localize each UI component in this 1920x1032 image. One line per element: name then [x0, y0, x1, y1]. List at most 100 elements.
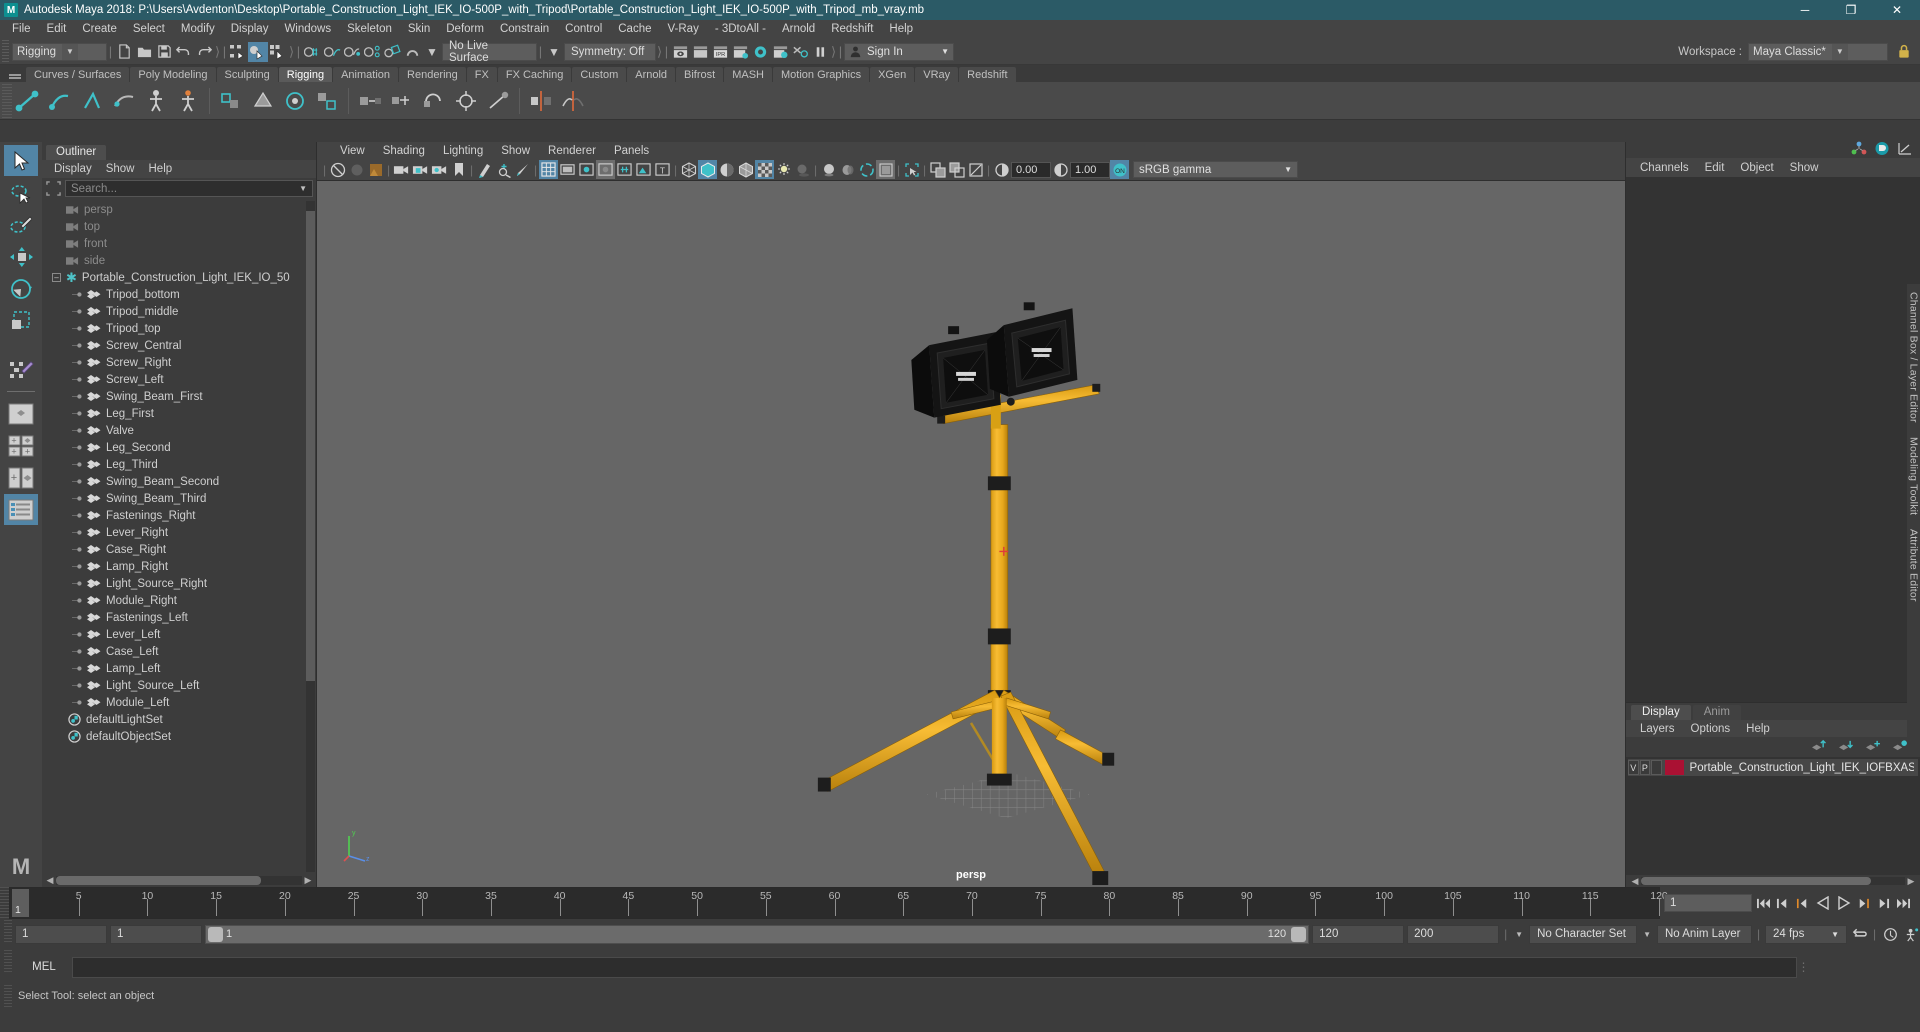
select-camera-icon[interactable]: [328, 160, 347, 179]
shelf-handle-icon[interactable]: [4, 67, 26, 82]
loop-playback-icon[interactable]: [1850, 924, 1868, 944]
outliner-item-Tripod_middle[interactable]: Tripod_middle: [42, 303, 316, 320]
move-layer-up-icon[interactable]: [1810, 739, 1827, 755]
motion-blur-icon[interactable]: [838, 160, 857, 179]
shelf-tab-custom[interactable]: Custom: [572, 67, 627, 82]
channel-menu-channels[interactable]: Channels: [1632, 162, 1697, 174]
mirror-joint-icon[interactable]: [526, 86, 556, 116]
create-joint-icon[interactable]: [13, 86, 43, 116]
ipr-render-icon[interactable]: IPR: [710, 42, 730, 62]
playback-end-field[interactable]: 120: [1312, 924, 1405, 944]
tab-display-layers[interactable]: Display: [1631, 705, 1691, 720]
maximize-button[interactable]: ❐: [1828, 0, 1874, 20]
render-view-icon[interactable]: [750, 42, 770, 62]
save-scene-icon[interactable]: [154, 42, 174, 62]
viewport-menu-panels[interactable]: Panels: [605, 145, 658, 157]
viewport-menu-view[interactable]: View: [331, 145, 374, 157]
menu-modify[interactable]: Modify: [173, 20, 223, 39]
animation-end-field[interactable]: 200: [1407, 924, 1500, 944]
channel-box-content[interactable]: [1626, 177, 1920, 702]
current-frame-field[interactable]: 1: [1664, 894, 1752, 912]
modeling-toolkit-icon[interactable]: [1874, 141, 1890, 159]
shelf-tab-arnold[interactable]: Arnold: [627, 67, 676, 82]
menu-redshift[interactable]: Redshift: [823, 20, 881, 39]
film-gate-icon[interactable]: [558, 160, 577, 179]
outliner-item-Screw_Central[interactable]: Screw_Central: [42, 337, 316, 354]
ipr-region-icon[interactable]: [494, 160, 513, 179]
menu-deform[interactable]: Deform: [438, 20, 492, 39]
scroll-left-arrow-icon[interactable]: ◀: [1629, 876, 1641, 887]
step-forward-frame-button[interactable]: [1854, 893, 1872, 913]
channel-menu-show[interactable]: Show: [1782, 162, 1827, 174]
camera-icon[interactable]: [392, 160, 411, 179]
viewport-menu-shading[interactable]: Shading: [374, 145, 434, 157]
parent-constraint-icon[interactable]: [355, 86, 385, 116]
outliner-item-Tripod_top[interactable]: Tripod_top: [42, 320, 316, 337]
shelf-tab-xgen[interactable]: XGen: [870, 67, 915, 82]
add-selected-to-layer-icon[interactable]: [1891, 739, 1908, 755]
select-by-component-icon[interactable]: [268, 42, 288, 62]
xray-joints-icon[interactable]: [615, 160, 634, 179]
select-by-hierarchy-icon[interactable]: [228, 42, 248, 62]
lock-camera-icon[interactable]: [411, 160, 430, 179]
outliner-item-Case_Right[interactable]: Case_Right: [42, 541, 316, 558]
snap-to-grid-icon[interactable]: [302, 42, 322, 62]
shelf-tab-poly-modeling[interactable]: Poly Modeling: [130, 67, 216, 82]
outliner-item-Module_Right[interactable]: Module_Right: [42, 592, 316, 609]
render-current-frame-icon[interactable]: [670, 42, 690, 62]
channel-menu-object[interactable]: Object: [1732, 162, 1781, 174]
scroll-left-arrow-icon[interactable]: ◀: [44, 875, 56, 886]
workspace-dropdown[interactable]: Maya Classic* ▼: [1748, 42, 1888, 61]
outliner-camera-top[interactable]: top: [42, 218, 316, 235]
anti-aliasing-icon[interactable]: [857, 160, 876, 179]
menu-edit[interactable]: Edit: [39, 20, 75, 39]
outliner-layout-button[interactable]: [4, 494, 38, 525]
outliner-item-Swing_Beam_First[interactable]: Swing_Beam_First: [42, 388, 316, 405]
outliner-item-Screw_Left[interactable]: Screw_Left: [42, 371, 316, 388]
outliner-search-input[interactable]: Search... ▼: [65, 180, 313, 197]
outliner-item-Case_Left[interactable]: Case_Left: [42, 643, 316, 660]
outliner-item-Swing_Beam_Third[interactable]: Swing_Beam_Third: [42, 490, 316, 507]
move-layer-down-icon[interactable]: [1837, 739, 1854, 755]
viewport-menu-lighting[interactable]: Lighting: [434, 145, 492, 157]
texture-display-icon[interactable]: [755, 160, 774, 179]
sign-in-button[interactable]: Sign In ▼: [844, 42, 954, 61]
range-grip[interactable]: [4, 920, 12, 942]
collapse-expander-icon[interactable]: –: [52, 273, 61, 282]
shelf-grip[interactable]: [2, 83, 12, 118]
menu-3dtoall[interactable]: - 3DtoAll -: [707, 20, 774, 39]
shadows-icon[interactable]: [793, 160, 812, 179]
layer-horizontal-scrollbar[interactable]: ◀ ▶: [1626, 875, 1920, 887]
move-tool-button[interactable]: [4, 241, 38, 272]
menu-vray[interactable]: V-Ray: [660, 20, 707, 39]
camera-attributes-icon[interactable]: [430, 160, 449, 179]
current-time-indicator[interactable]: 1: [12, 889, 29, 917]
chevron-down-icon[interactable]: ▼: [422, 42, 442, 62]
channel-menu-edit[interactable]: Edit: [1697, 162, 1733, 174]
wireframe-shading-icon[interactable]: [679, 160, 698, 179]
mirror-skin-weights-icon[interactable]: [558, 86, 588, 116]
dock-tab-channel-box[interactable]: Channel Box / Layer Editor: [1908, 292, 1920, 423]
shade-selected-icon[interactable]: [717, 160, 736, 179]
outliner-item-Tripod_bottom[interactable]: Tripod_bottom: [42, 286, 316, 303]
time-slider-track[interactable]: 1 5 10 15 20 25 30 35 40 45 50 55 60 65 70 75 80 85 90 95 1…: [9, 887, 1668, 919]
exposure-value-field[interactable]: 0.00: [1011, 161, 1051, 178]
outliner-item-Valve[interactable]: Valve: [42, 422, 316, 439]
auto-keyframe-icon[interactable]: [1881, 924, 1899, 944]
menu-skeleton[interactable]: Skeleton: [339, 20, 400, 39]
resolution-gate-icon[interactable]: [577, 160, 596, 179]
two-pane-layout-button[interactable]: +: [4, 462, 38, 493]
point-constraint-icon[interactable]: [387, 86, 417, 116]
menu-skin[interactable]: Skin: [400, 20, 438, 39]
menu-file[interactable]: File: [4, 20, 39, 39]
use-all-lights-icon[interactable]: [774, 160, 793, 179]
command-line-grip[interactable]: [4, 950, 12, 972]
chevron-down-icon[interactable]: ▼: [1512, 930, 1526, 939]
outliner-item-Swing_Beam_Second[interactable]: Swing_Beam_Second: [42, 473, 316, 490]
toolbar-grip[interactable]: [2, 39, 9, 64]
shelf-tab-bifrost[interactable]: Bifrost: [676, 67, 724, 82]
channel-box-toggle-icon[interactable]: [1851, 141, 1867, 159]
menu-windows[interactable]: Windows: [276, 20, 339, 39]
menu-select[interactable]: Select: [125, 20, 173, 39]
lattice-deformer-icon[interactable]: [216, 86, 246, 116]
